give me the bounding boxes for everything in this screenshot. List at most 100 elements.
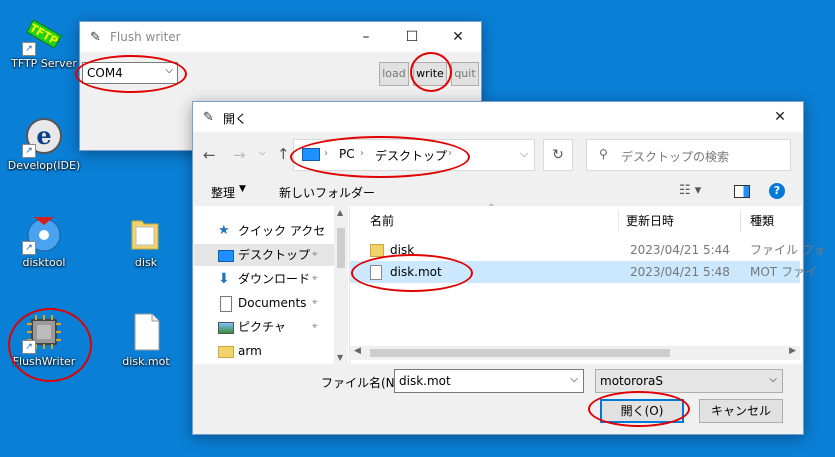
column-header-type[interactable]: 種類 (750, 210, 774, 232)
pictures-icon (218, 322, 234, 334)
forward-arrow-icon[interactable]: → (233, 146, 246, 164)
search-input[interactable]: ⚲ デスクトップの検索 (586, 139, 791, 171)
file-type-filter[interactable]: motororaS ⌵ (595, 369, 783, 393)
filename-input[interactable]: disk.mot ⌵ (394, 369, 584, 393)
nav-item-documents[interactable]: Documents ⌖ (194, 292, 334, 314)
file-modified: 2023/04/21 5:48 (630, 265, 730, 279)
develop-ide-icon: e ↗ (22, 116, 64, 158)
feather-icon: ✎ (90, 30, 101, 45)
breadcrumb-pc[interactable]: PC (339, 147, 355, 161)
quit-button[interactable]: quit (451, 62, 479, 86)
svg-text:e: e (36, 121, 51, 150)
pin-icon: ⌖ (312, 297, 318, 308)
column-header-modified[interactable]: 更新日時 (626, 210, 674, 232)
file-name: disk.mot (390, 265, 442, 279)
desktop-icon-disk-folder[interactable]: disk (108, 213, 184, 269)
nav-item-desktop[interactable]: デスクトップ ⌖ (194, 244, 334, 266)
search-placeholder: デスクトップの検索 (621, 150, 730, 164)
pc-monitor-icon (302, 148, 320, 161)
cancel-button[interactable]: キャンセル (699, 399, 783, 423)
filename-value: disk.mot (399, 374, 451, 388)
preview-pane-icon[interactable] (734, 185, 750, 198)
port-select[interactable]: COM4 ⌵ (82, 62, 178, 84)
address-dropdown-icon[interactable]: ⌵ (520, 147, 528, 161)
chevron-down-icon[interactable]: ⌵ (769, 374, 777, 385)
dialog-title: 開く (223, 112, 248, 126)
column-header-row: 名前 更新日時 種類 (350, 210, 800, 232)
nav-item-downloads[interactable]: ⬇ ダウンロード ⌖ (194, 268, 334, 290)
column-divider (740, 210, 741, 232)
download-icon: ⬇ (218, 271, 230, 287)
desktop-icon-disktool[interactable]: ↗ disktool (6, 213, 82, 269)
desktop-icon (218, 250, 234, 262)
recent-dropdown-icon[interactable]: ⌵ (259, 148, 266, 158)
chip-icon: ↗ (22, 312, 64, 354)
close-button[interactable]: ✕ (757, 102, 803, 132)
file-type: ファイル フォ (750, 243, 826, 257)
window-title: Flush writer (110, 30, 181, 44)
flush-writer-titlebar[interactable]: ✎ Flush writer – ☐ ✕ (80, 22, 481, 52)
view-options-icon[interactable]: ☷ ▾ (679, 183, 701, 198)
desktop-icon-label: disk (134, 256, 158, 269)
desktop-icon-tftp-server[interactable]: TFTP ↗ TFTP Server (6, 14, 82, 70)
nav-item-label: ダウンロード (238, 272, 311, 286)
column-divider (618, 210, 619, 232)
pin-icon: ⌖ (312, 273, 318, 284)
documents-icon (220, 296, 232, 312)
open-file-dialog: ✎ 開く ✕ ← → ⌵ ↑ › PC › デスクトップ › ⌵ ↻ ⚲ デスク… (192, 101, 826, 435)
horizontal-scrollbar[interactable]: ◀ ▶ (350, 346, 800, 360)
address-bar[interactable]: › PC › デスクトップ › ⌵ (293, 139, 535, 171)
scroll-up-icon[interactable]: ▲ (337, 208, 343, 217)
desktop-icon-label: disk.mot (122, 355, 170, 368)
disktool-icon: ↗ (22, 213, 64, 255)
folder-icon (218, 346, 234, 358)
maximize-button[interactable]: ☐ (389, 22, 435, 52)
breadcrumb-desktop[interactable]: デスクトップ (375, 147, 447, 164)
close-button[interactable]: ✕ (435, 22, 481, 52)
chevron-right-icon: › (448, 148, 452, 159)
scroll-right-icon[interactable]: ▶ (789, 346, 796, 356)
back-arrow-icon[interactable]: ← (203, 146, 216, 164)
filename-label: ファイル名(N): (321, 376, 404, 390)
nav-item-label: ピクチャ (238, 320, 286, 334)
up-arrow-icon[interactable]: ↑ (277, 145, 290, 163)
scroll-down-icon[interactable]: ▼ (337, 353, 343, 362)
open-button[interactable]: 開く(O) (600, 399, 684, 423)
nav-item-label: デスクトップ (238, 248, 311, 262)
desktop-icon-flushwriter[interactable]: ↗ FlushWriter (6, 312, 82, 368)
dialog-titlebar[interactable]: ✎ 開く ✕ (193, 102, 803, 132)
navigation-pane: ★ クイック アクセス デスクトップ ⌖ ⬇ ダウンロード ⌖ Document… (194, 206, 350, 364)
chevron-down-icon[interactable]: ⌵ (570, 374, 578, 385)
desktop-icon-disk-mot[interactable]: disk.mot (108, 312, 184, 368)
file-row-disk-folder[interactable]: disk 2023/04/21 5:44 ファイル フォ (350, 239, 826, 261)
file-row-disk-mot[interactable]: disk.mot 2023/04/21 5:48 MOT ファイ (350, 261, 817, 283)
nav-item-quick-access[interactable]: ★ クイック アクセス (194, 220, 334, 260)
help-icon[interactable]: ? (769, 183, 785, 199)
minimize-button[interactable]: – (343, 22, 389, 52)
nav-item-pictures[interactable]: ピクチャ ⌖ (194, 316, 334, 338)
nav-pane-scrollbar[interactable]: ▲ ▼ (334, 206, 348, 364)
organize-dropdown-icon: ▼ (239, 184, 246, 194)
star-icon: ★ (218, 223, 230, 238)
chevron-right-icon: › (360, 148, 364, 159)
refresh-button[interactable]: ↻ (543, 139, 573, 171)
scrollbar-thumb[interactable] (370, 349, 670, 357)
nav-item-label: Documents (238, 296, 307, 310)
folder-icon (126, 213, 166, 253)
filter-value: motororaS (600, 374, 663, 388)
chevron-right-icon: › (324, 148, 328, 159)
load-button[interactable]: load (379, 62, 409, 86)
column-header-name[interactable]: 名前 (370, 210, 394, 232)
file-icon (370, 265, 382, 280)
scroll-left-icon[interactable]: ◀ (354, 346, 361, 356)
new-folder-button[interactable]: 新しいフォルダー (279, 184, 375, 201)
nav-item-arm[interactable]: arm (194, 340, 334, 362)
file-type: MOT ファイ (750, 265, 817, 279)
desktop-icon-label: disktool (22, 256, 66, 269)
scrollbar-thumb[interactable] (337, 228, 345, 268)
organize-menu[interactable]: 整理 (211, 184, 235, 201)
port-select-value: COM4 (87, 66, 123, 80)
file-list: ⌃ 名前 更新日時 種類 disk 2023/04/21 5:44 ファイル フ… (350, 203, 826, 364)
write-button[interactable]: write (413, 62, 447, 86)
desktop-icon-develop-ide[interactable]: e ↗ Develop(IDE) (6, 116, 82, 172)
